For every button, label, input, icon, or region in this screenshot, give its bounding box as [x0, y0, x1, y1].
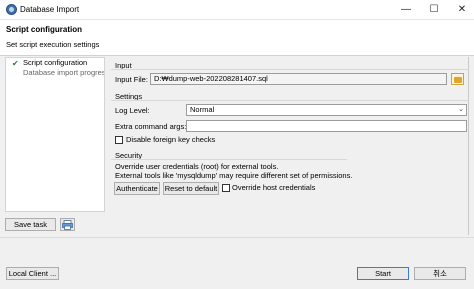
- footer-divider: [0, 237, 474, 238]
- close-button[interactable]: ✕: [453, 2, 471, 17]
- title-bar: Database Import — ☐ ✕: [0, 0, 474, 20]
- nav-item-label: Script configuration: [23, 58, 88, 67]
- chevron-down-icon: ⌄: [458, 106, 464, 113]
- security-description-line1: Override user credentials (root) for ext…: [115, 162, 279, 171]
- window-title: Database Import: [20, 5, 80, 14]
- input-file-label: Input File:: [115, 75, 148, 84]
- extra-command-args-input[interactable]: [186, 120, 467, 132]
- cancel-button[interactable]: 취소: [414, 267, 466, 280]
- nav-item-database-import-progress[interactable]: Database import progress: [23, 68, 104, 78]
- page-title: Script configuration: [6, 25, 82, 34]
- extra-command-args-label: Extra command args:: [115, 122, 187, 131]
- checkmark-icon: ✔: [12, 59, 19, 68]
- disable-foreign-key-checkbox[interactable]: [115, 136, 123, 144]
- maximize-button[interactable]: ☐: [425, 2, 443, 17]
- wizard-header: Script configuration Set script executio…: [0, 20, 474, 56]
- browse-folder-button[interactable]: [451, 73, 464, 85]
- start-button[interactable]: Start: [357, 267, 409, 280]
- minimize-button[interactable]: —: [397, 2, 415, 17]
- input-file-field[interactable]: D:₩dump-web-202208281407.sql: [150, 73, 447, 85]
- authenticate-button[interactable]: Authenticate: [114, 182, 160, 195]
- section-divider: [111, 159, 347, 160]
- dbeaver-app-icon: [6, 4, 17, 15]
- reset-to-default-button[interactable]: Reset to default: [163, 182, 219, 195]
- log-level-label: Log Level:: [115, 106, 150, 115]
- override-host-credentials-checkbox[interactable]: [222, 184, 230, 192]
- section-divider: [111, 69, 469, 70]
- disable-foreign-key-label: Disable foreign key checks: [126, 135, 216, 144]
- page-description: Set script execution settings: [6, 40, 100, 49]
- print-button[interactable]: [60, 218, 75, 231]
- section-divider: [111, 100, 469, 101]
- printer-icon: [62, 220, 73, 230]
- nav-item-label: Database import progress: [23, 68, 104, 77]
- security-description-line2: External tools like 'mysqldump' may requ…: [115, 171, 353, 180]
- log-level-value: Normal: [190, 105, 215, 114]
- override-host-credentials-label: Override host credentials: [232, 183, 316, 192]
- log-level-select[interactable]: Normal ⌄: [186, 104, 467, 116]
- save-task-button[interactable]: Save task: [5, 218, 56, 231]
- wizard-nav-panel: ✔ Script configuration Database import p…: [5, 57, 105, 212]
- local-client-button[interactable]: Local Client ...: [6, 267, 59, 280]
- panel-edge: [468, 57, 469, 235]
